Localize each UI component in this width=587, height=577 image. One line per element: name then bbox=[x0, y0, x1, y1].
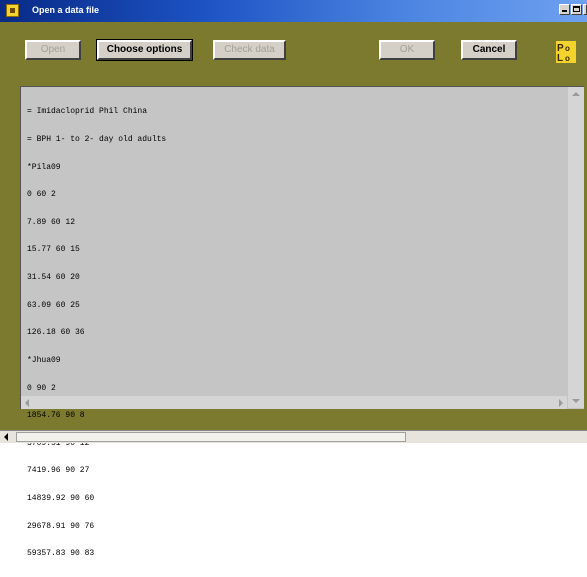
svg-text:L: L bbox=[557, 53, 563, 63]
text-line: 7419.96 90 27 bbox=[27, 466, 90, 476]
horizontal-scrollbar[interactable] bbox=[21, 396, 567, 409]
text-line: 63.09 60 25 bbox=[27, 300, 80, 310]
text-line: = Imidacloprid Phil China bbox=[27, 107, 148, 117]
text-line: 7.89 60 12 bbox=[27, 217, 76, 227]
outer-horizontal-scrollbar[interactable] bbox=[0, 430, 587, 443]
text-line: 15.77 60 15 bbox=[27, 245, 80, 255]
ok-button[interactable]: OK bbox=[379, 40, 435, 60]
title-bar[interactable]: Open a data file bbox=[0, 0, 587, 22]
scroll-left-icon[interactable] bbox=[25, 399, 29, 407]
close-button[interactable] bbox=[583, 4, 587, 15]
scrollbar-thumb[interactable] bbox=[16, 432, 406, 442]
vertical-scrollbar[interactable] bbox=[568, 87, 584, 408]
text-line: 0 90 2 bbox=[27, 383, 56, 393]
choose-options-button[interactable]: Choose options bbox=[96, 39, 193, 61]
text-line: *Jhua09 bbox=[27, 355, 61, 365]
text-line: 59357.83 90 83 bbox=[27, 549, 95, 559]
data-file-text-area[interactable]: = Imidacloprid Phil China = BPH 1- to 2-… bbox=[20, 86, 584, 558]
window-title: Open a data file bbox=[32, 5, 100, 15]
minimize-button[interactable] bbox=[559, 4, 570, 15]
text-line: 1854.76 90 8 bbox=[27, 411, 85, 421]
scroll-left-icon[interactable] bbox=[4, 433, 8, 441]
svg-text:o: o bbox=[565, 44, 570, 53]
text-line: 29678.91 90 76 bbox=[27, 521, 95, 531]
cancel-button[interactable]: Cancel bbox=[461, 40, 517, 60]
dialog-window: Open a data file Open Choose options Che… bbox=[0, 0, 587, 558]
text-line: = BPH 1- to 2- day old adults bbox=[27, 135, 167, 145]
scroll-up-icon[interactable] bbox=[572, 92, 580, 96]
app-icon bbox=[6, 4, 19, 17]
file-content-lines: = Imidacloprid Phil China = BPH 1- to 2-… bbox=[27, 89, 166, 577]
check-data-button[interactable]: Check data bbox=[213, 40, 286, 60]
scroll-down-icon[interactable] bbox=[572, 399, 580, 403]
text-line: 14839.92 90 60 bbox=[27, 493, 95, 503]
open-button[interactable]: Open bbox=[25, 40, 81, 60]
svg-text:o: o bbox=[565, 54, 570, 63]
maximize-button[interactable] bbox=[571, 4, 582, 15]
scroll-right-icon[interactable] bbox=[559, 399, 563, 407]
text-line: *Pila09 bbox=[27, 162, 61, 172]
text-line: 0 60 2 bbox=[27, 190, 56, 200]
text-line: 126.18 60 36 bbox=[27, 328, 85, 338]
polo-logo-icon: P o L o bbox=[556, 41, 576, 63]
text-line: 31.54 60 20 bbox=[27, 273, 80, 283]
